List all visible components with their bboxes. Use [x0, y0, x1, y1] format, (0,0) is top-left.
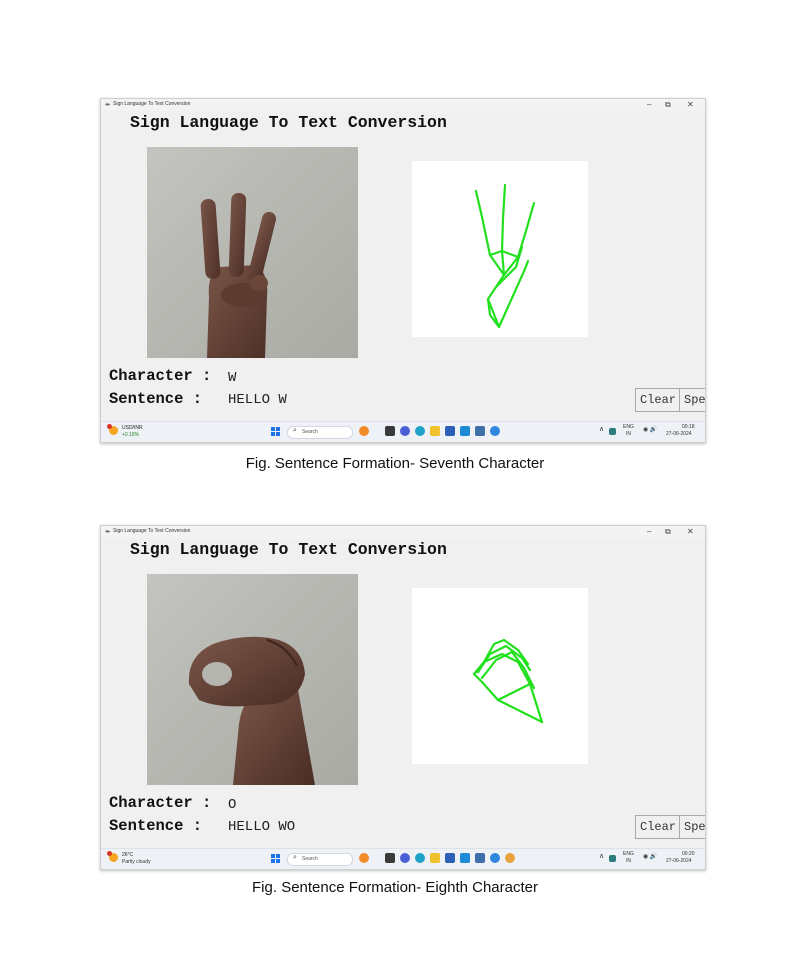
vscode-icon[interactable]: [460, 426, 470, 436]
close-icon[interactable]: ✕: [687, 100, 694, 109]
window-titlebar: ✒ Sign Language To Text Conversion – ⧉ ✕: [101, 99, 705, 111]
tray-chevron-icon[interactable]: ∧: [599, 425, 604, 433]
app-heading: Sign Language To Text Conversion: [130, 113, 447, 132]
windows-taskbar: 26°C Partly cloudy ⌕ Search ∧ ENG IN ◉ 🔊…: [101, 848, 705, 869]
file-explorer-icon[interactable]: [430, 426, 440, 436]
sentence-value: HELLO W: [228, 392, 287, 408]
clear-button[interactable]: Clear: [635, 815, 681, 839]
restore-icon[interactable]: ⧉: [665, 100, 671, 110]
hand-skeleton-canvas: [412, 161, 588, 337]
sentence-value: HELLO WO: [228, 819, 296, 835]
widget-line2: Partly cloudy: [122, 859, 151, 865]
window-titlebar: ✒ Sign Language To Text Conversion – ⧉ ✕: [101, 526, 705, 538]
lang-bottom[interactable]: IN: [626, 431, 631, 437]
skeleton-w: [474, 183, 536, 329]
minimize-icon[interactable]: –: [647, 100, 651, 109]
camera-feed-image: [147, 147, 358, 358]
hand-skeleton-canvas: [412, 588, 588, 764]
figure-caption: Fig. Sentence Formation- Eighth Characte…: [252, 879, 538, 896]
search-icon: ⌕: [293, 427, 297, 434]
window-title: Sign Language To Text Conversion: [113, 101, 191, 107]
tray-app-icon[interactable]: [609, 428, 616, 435]
character-value: W: [228, 370, 237, 386]
character-label: Character :: [109, 794, 212, 812]
vscode-icon[interactable]: [460, 853, 470, 863]
start-icon[interactable]: [271, 854, 281, 864]
taskbar-search[interactable]: ⌕ Search: [287, 426, 353, 439]
windows-taskbar: USD/INR +0.18% ⌕ Search ∧ ENG IN ◉ 🔊 00:…: [101, 421, 705, 442]
app-window-screenshot: ✒ Sign Language To Text Conversion – ⧉ ✕…: [100, 98, 706, 443]
chat-icon[interactable]: [400, 853, 410, 863]
tray-chevron-icon[interactable]: ∧: [599, 852, 604, 860]
feather-icon: ✒: [105, 529, 111, 536]
chat-icon[interactable]: [400, 426, 410, 436]
clock-date[interactable]: 27-06-2024: [666, 858, 692, 864]
restore-icon[interactable]: ⧉: [665, 527, 671, 537]
widget-line1: USD/INR: [122, 425, 143, 431]
edge-icon[interactable]: [415, 853, 425, 863]
app-window-screenshot: ✒ Sign Language To Text Conversion – ⧉ ✕…: [100, 525, 706, 870]
file-explorer-icon[interactable]: [430, 853, 440, 863]
widget-line2: +0.18%: [122, 432, 140, 438]
skeleton-o: [472, 638, 544, 724]
media-app-icon[interactable]: [490, 853, 500, 863]
widget-line1: 26°C: [122, 852, 134, 858]
lang-top[interactable]: ENG: [623, 424, 634, 430]
python-app-icon[interactable]: [475, 426, 485, 436]
weather-icon[interactable]: [107, 851, 118, 862]
search-placeholder: Search: [302, 429, 318, 435]
lang-top[interactable]: ENG: [623, 851, 634, 857]
clear-button[interactable]: Clear: [635, 388, 681, 412]
clock-time[interactable]: 00:20: [682, 851, 695, 857]
close-icon[interactable]: ✕: [687, 527, 694, 536]
lang-bottom[interactable]: IN: [626, 858, 631, 864]
tray-app-icon[interactable]: [609, 855, 616, 862]
speak-button[interactable]: Spe: [679, 815, 705, 839]
python-app-icon[interactable]: [475, 853, 485, 863]
camera-feed-image: [147, 574, 358, 785]
copilot-icon[interactable]: [359, 426, 369, 436]
task-view-icon[interactable]: [385, 853, 395, 863]
store-icon[interactable]: [445, 426, 455, 436]
edge-icon[interactable]: [415, 426, 425, 436]
character-label: Character :: [109, 367, 212, 385]
start-icon[interactable]: [271, 427, 281, 437]
wifi-volume-icon[interactable]: ◉ 🔊: [643, 853, 657, 860]
widgets-icon[interactable]: [107, 424, 118, 435]
search-placeholder: Search: [302, 856, 318, 862]
wifi-volume-icon[interactable]: ◉ 🔊: [643, 426, 657, 433]
clock-time[interactable]: 00:18: [682, 424, 695, 430]
task-view-icon[interactable]: [385, 426, 395, 436]
feather-app-icon[interactable]: [505, 853, 515, 863]
store-icon[interactable]: [445, 853, 455, 863]
sentence-label: Sentence :: [109, 390, 203, 408]
minimize-icon[interactable]: –: [647, 527, 651, 536]
speak-button[interactable]: Spe: [679, 388, 705, 412]
clock-date[interactable]: 27-06-2024: [666, 431, 692, 437]
search-icon: ⌕: [293, 854, 297, 861]
hand-photo-w: [200, 193, 277, 358]
app-heading: Sign Language To Text Conversion: [130, 540, 447, 559]
window-title: Sign Language To Text Conversion: [113, 528, 191, 534]
feather-icon: ✒: [105, 102, 111, 109]
sentence-label: Sentence :: [109, 817, 203, 835]
hand-photo-o: [188, 636, 315, 785]
taskbar-search[interactable]: ⌕ Search: [287, 853, 353, 866]
copilot-icon[interactable]: [359, 853, 369, 863]
character-value: O: [228, 797, 237, 813]
figure-caption: Fig. Sentence Formation- Seventh Charact…: [245, 455, 545, 472]
media-app-icon[interactable]: [490, 426, 500, 436]
